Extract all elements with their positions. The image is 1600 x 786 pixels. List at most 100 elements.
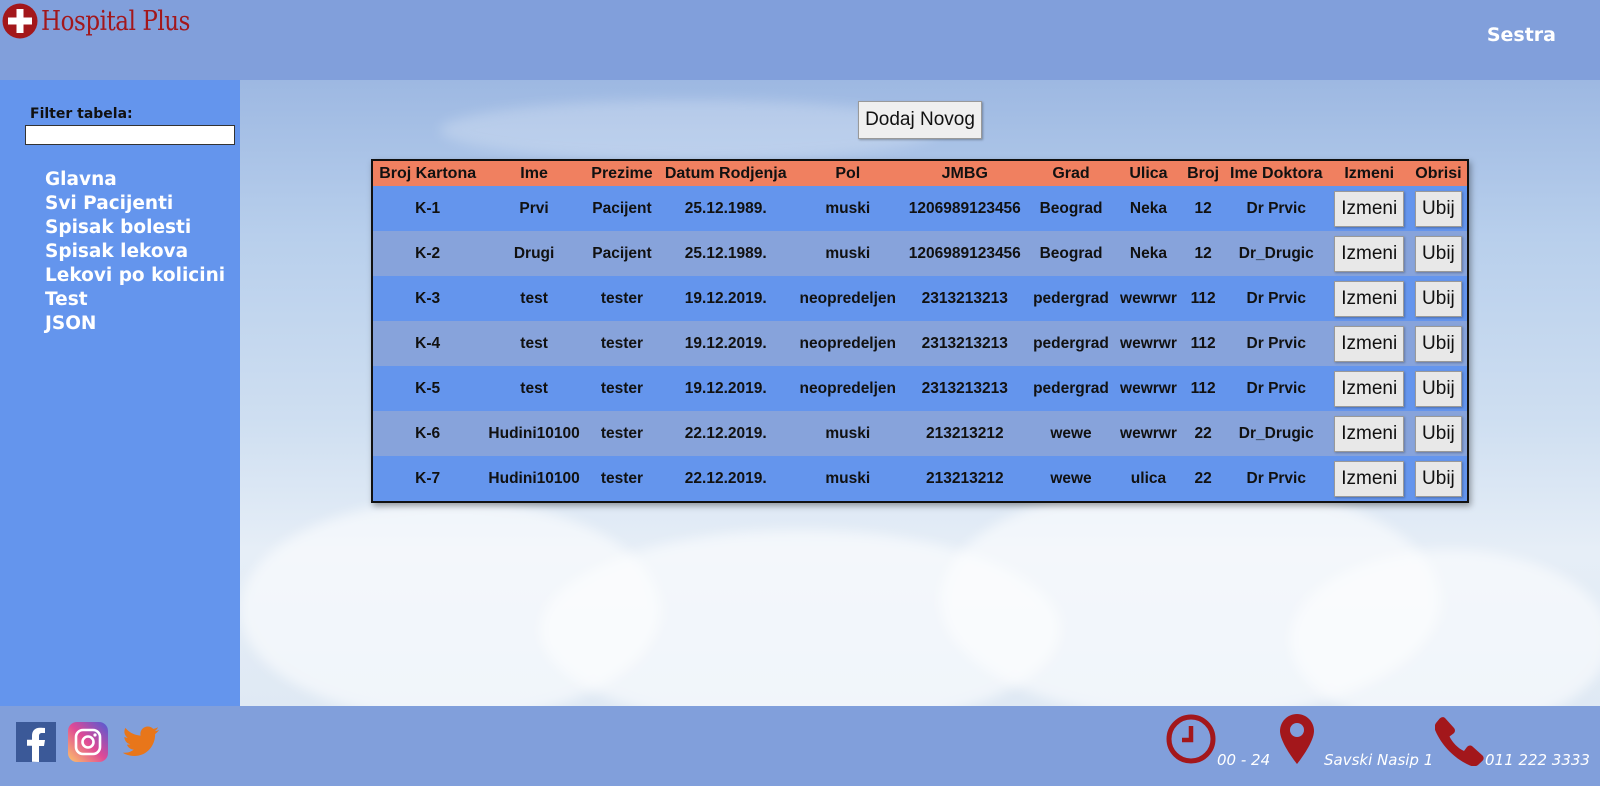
cell-jmbg: 2313213213 [902, 276, 1028, 321]
table-row[interactable]: K-1 Prvi Pacijent 25.12.1989. muski 120698912… [372, 186, 1468, 231]
cell-edit: Izmeni [1328, 366, 1410, 411]
cell-street: wewrwr [1114, 366, 1183, 411]
column-header[interactable]: Ime [482, 160, 586, 186]
cell-last-name: tester [585, 411, 659, 456]
edit-button[interactable]: Izmeni [1334, 280, 1405, 317]
delete-button[interactable]: Ubij [1415, 325, 1462, 362]
cell-doctor-name: Dr_Drugic [1223, 231, 1329, 276]
cell-jmbg: 2313213213 [902, 366, 1028, 411]
cell-street-number: 22 [1182, 456, 1224, 502]
cell-card-number: K-7 [372, 456, 483, 502]
delete-button[interactable]: Ubij [1415, 280, 1462, 317]
cell-birth-date: 19.12.2019. [658, 366, 794, 411]
cell-birth-date: 19.12.2019. [658, 276, 794, 321]
cell-city: Beograd [1027, 186, 1115, 231]
edit-button[interactable]: Izmeni [1334, 325, 1405, 362]
edit-button[interactable]: Izmeni [1334, 190, 1405, 227]
table-row[interactable]: K-2 Drugi Pacijent 25.12.1989. muski 12069891… [372, 231, 1468, 276]
table-row[interactable]: K-6 Hudini10100 tester 22.12.2019. muski 2132… [372, 411, 1468, 456]
cell-street: wewrwr [1114, 411, 1183, 456]
cell-city: pedergrad [1027, 321, 1115, 366]
column-header[interactable]: Grad [1027, 160, 1115, 186]
cell-gender: neopredeljen [793, 276, 903, 321]
cell-street-number: 12 [1182, 231, 1224, 276]
cell-gender: muski [793, 231, 903, 276]
cell-jmbg: 213213212 [902, 411, 1028, 456]
sidebar-item-svi-pacijenti[interactable]: Svi Pacijenti [45, 192, 225, 216]
cell-last-name: tester [585, 366, 659, 411]
delete-button[interactable]: Ubij [1415, 190, 1462, 227]
column-header[interactable]: Datum Rodjenja [658, 160, 794, 186]
cell-edit: Izmeni [1328, 456, 1410, 502]
patients-table: Broj Kartona Ime Prezime Datum Rodjenja … [371, 159, 1469, 503]
table-row[interactable]: K-3 test tester 19.12.2019. neopredeljen 2313… [372, 276, 1468, 321]
filter-input[interactable] [25, 125, 235, 145]
cell-city: Beograd [1027, 231, 1115, 276]
delete-button[interactable]: Ubij [1415, 460, 1462, 497]
cell-first-name: Hudini10100 [482, 411, 586, 456]
cell-card-number: K-3 [372, 276, 483, 321]
column-header[interactable]: Broj Kartona [372, 160, 483, 186]
edit-button[interactable]: Izmeni [1334, 460, 1405, 497]
cell-doctor-name: Dr Prvic [1223, 321, 1329, 366]
cell-street: Neka [1114, 186, 1183, 231]
sidebar-item-glavna[interactable]: Glavna [45, 168, 225, 192]
cell-last-name: tester [585, 276, 659, 321]
column-header[interactable]: Pol [793, 160, 903, 186]
column-header[interactable]: Ulica [1114, 160, 1183, 186]
phone-number: 011 222 3333 [1485, 751, 1590, 769]
cell-first-name: test [482, 321, 586, 366]
sidebar-item-lekovi-po-kolicini[interactable]: Lekovi po kolicini [45, 264, 225, 288]
cell-last-name: Pacijent [585, 186, 659, 231]
cell-street-number: 112 [1182, 366, 1224, 411]
column-header[interactable]: Broj [1182, 160, 1224, 186]
cell-jmbg: 213213212 [902, 456, 1028, 502]
sidebar-item-test[interactable]: Test [45, 288, 225, 312]
table-row[interactable]: K-7 Hudini10100 tester 22.12.2019. muski 2132… [372, 456, 1468, 502]
facebook-icon[interactable] [16, 722, 56, 762]
location-pin-icon [1280, 714, 1314, 764]
phone-icon [1435, 717, 1484, 766]
delete-button[interactable]: Ubij [1415, 235, 1462, 272]
cell-card-number: K-1 [372, 186, 483, 231]
cell-city: wewe [1027, 456, 1115, 502]
sidebar-item-spisak-lekova[interactable]: Spisak lekova [45, 240, 225, 264]
cell-edit: Izmeni [1328, 321, 1410, 366]
cell-jmbg: 1206989123456 [902, 231, 1028, 276]
cell-doctor-name: Dr Prvic [1223, 276, 1329, 321]
delete-button[interactable]: Ubij [1415, 370, 1462, 407]
logo[interactable]: Hospital Plus [2, 3, 216, 39]
cell-delete: Ubij [1409, 456, 1468, 502]
table-row[interactable]: K-4 test tester 19.12.2019. neopredeljen 2313… [372, 321, 1468, 366]
cell-card-number: K-4 [372, 321, 483, 366]
column-header: Izmeni [1328, 160, 1410, 186]
table-row[interactable]: K-5 test tester 19.12.2019. neopredeljen 2313… [372, 366, 1468, 411]
instagram-icon[interactable] [68, 722, 108, 762]
edit-button[interactable]: Izmeni [1334, 415, 1405, 452]
cell-gender: neopredeljen [793, 366, 903, 411]
twitter-icon[interactable] [121, 722, 161, 762]
edit-button[interactable]: Izmeni [1334, 235, 1405, 272]
delete-button[interactable]: Ubij [1415, 415, 1462, 452]
filter-label: Filter tabela: [30, 106, 133, 122]
cell-last-name: Pacijent [585, 231, 659, 276]
column-header[interactable]: JMBG [902, 160, 1028, 186]
edit-button[interactable]: Izmeni [1334, 370, 1405, 407]
column-header: Obrisi [1409, 160, 1468, 186]
cell-gender: muski [793, 411, 903, 456]
cell-gender: muski [793, 186, 903, 231]
column-header[interactable]: Prezime [585, 160, 659, 186]
cell-city: pedergrad [1027, 366, 1115, 411]
add-new-button[interactable]: Dodaj Novog [858, 101, 982, 139]
cell-doctor-name: Dr Prvic [1223, 366, 1329, 411]
cell-birth-date: 22.12.2019. [658, 411, 794, 456]
sidebar-nav: Glavna Svi Pacijenti Spisak bolesti Spis… [45, 168, 225, 336]
user-role: Sestra [1486, 24, 1556, 46]
cell-street: wewrwr [1114, 321, 1183, 366]
sidebar-item-spisak-bolesti[interactable]: Spisak bolesti [45, 216, 225, 240]
sidebar-item-json[interactable]: JSON [45, 312, 225, 336]
column-header[interactable]: Ime Doktora [1223, 160, 1329, 186]
cell-birth-date: 25.12.1989. [658, 231, 794, 276]
cell-doctor-name: Dr Prvic [1223, 186, 1329, 231]
header: Hospital Plus Sestra [0, 0, 1600, 80]
